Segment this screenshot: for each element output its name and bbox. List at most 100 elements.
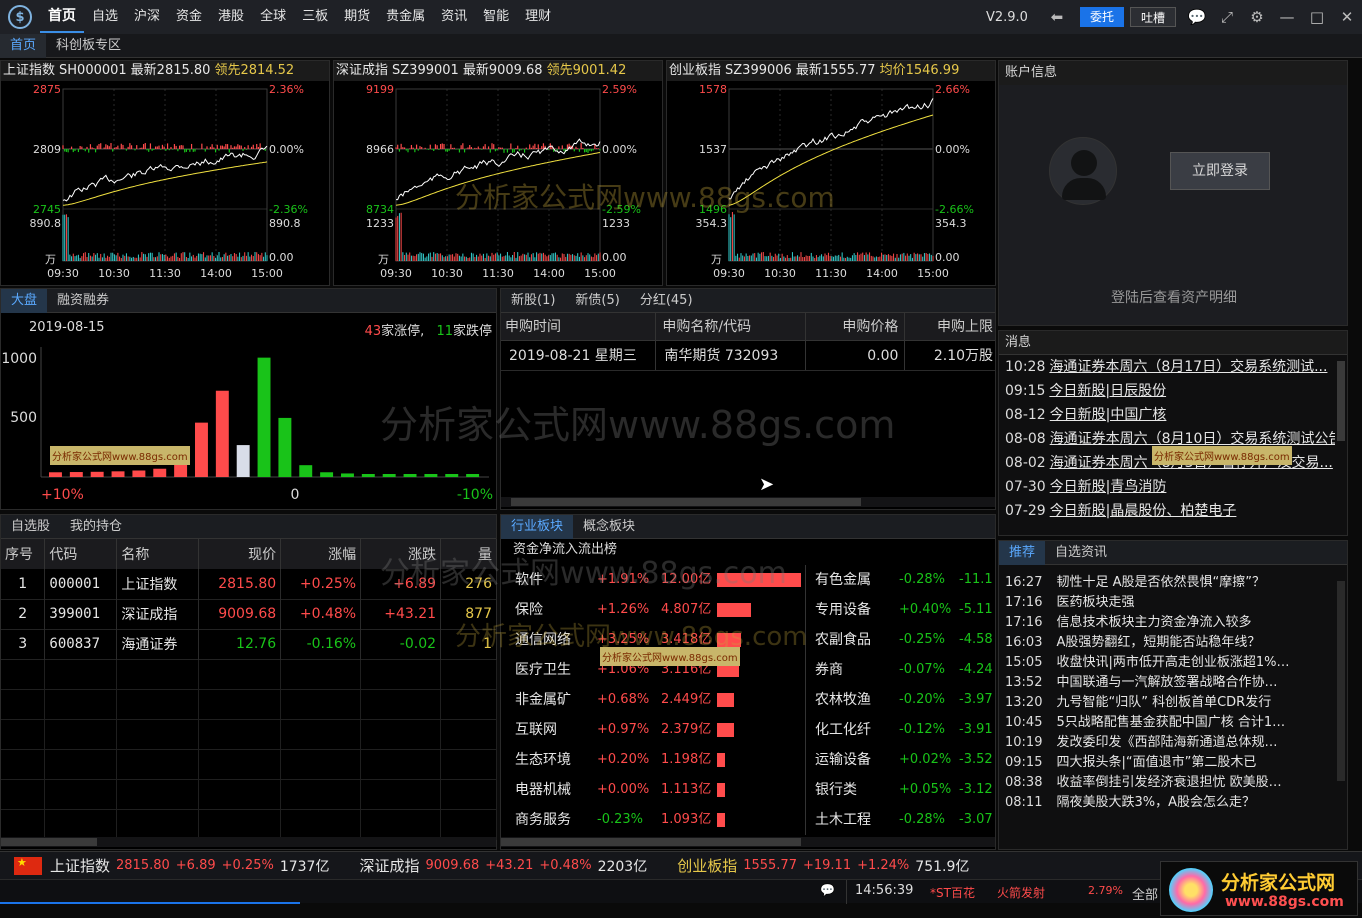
sector-row[interactable]: 有色金属 -0.28% -11.1 <box>811 565 997 595</box>
watch-col-header[interactable]: 代码 <box>44 539 118 569</box>
news-scrollbar[interactable] <box>1337 361 1345 441</box>
table-row[interactable]: 2019-08-21 星期三 南华期货 732093 0.00 2.10万股 <box>501 341 995 371</box>
chat-icon[interactable]: 💬 <box>1182 8 1212 26</box>
recommend-link[interactable]: 信息技术板块主力资金净流入较多 <box>1056 615 1251 630</box>
menu-smart[interactable]: 智能 <box>475 0 517 34</box>
sector-row[interactable]: 电器机械 +0.00% 1.113亿 <box>501 775 805 805</box>
menu-wealth[interactable]: 理财 <box>517 0 559 34</box>
table-row[interactable]: 1 000001 上证指数 2815.80 +0.25% +6.89 276 <box>1 569 497 599</box>
tab-star-market[interactable]: 科创板专区 <box>46 34 131 58</box>
menu-home[interactable]: 首页 <box>40 1 84 33</box>
tab-watch-stocks[interactable]: 自选股 <box>1 515 60 539</box>
intraday-chart-0[interactable]: 上证指数 SH000001 最新2815.80 领先2814.52 2875 2809 27… <box>0 60 330 286</box>
watch-col-header[interactable]: 量 <box>440 539 497 569</box>
news-item[interactable]: 09:15 今日新股|日辰股份 <box>1005 379 1335 403</box>
tab-concept-sector[interactable]: 概念板块 <box>573 515 645 539</box>
tab-market[interactable]: 大盘 <box>1 288 48 313</box>
menu-third-board[interactable]: 三板 <box>294 0 336 34</box>
recommend-link[interactable]: 5只战略配售基金获配中国广核 合计1… <box>1056 715 1285 730</box>
list-item[interactable]: 16:03 A股强势翻红，短期能否站稳年线？ <box>1005 633 1335 653</box>
sector-row[interactable]: 农林牧渔 -0.20% -3.97 <box>811 685 997 715</box>
news-link[interactable]: 海通证券本周六（8月10日）交易系统测试公告 <box>1050 431 1335 447</box>
sector-row[interactable]: 银行类 +0.05% -3.12 <box>811 775 997 805</box>
news-item[interactable]: 07-30 今日新股|青鸟消防 <box>1005 475 1335 499</box>
message-icon[interactable]: 💬 <box>820 883 844 901</box>
recommend-link[interactable]: 四大报头条|“面值退市”第二股木已 <box>1056 755 1256 770</box>
news-item[interactable]: 07-29 今日新股|晶晨股份、柏楚电子 <box>1005 499 1335 523</box>
login-button[interactable]: 立即登录 <box>1170 152 1270 190</box>
list-item[interactable]: 10:45 5只战略配售基金获配中国广核 合计1… <box>1005 713 1335 733</box>
list-item[interactable]: 09:15 四大报头条|“面值退市”第二股木已 <box>1005 753 1335 773</box>
table-row[interactable]: 2 399001 深证成指 9009.68 +0.48% +43.21 877 <box>1 599 497 629</box>
list-item[interactable]: 08:38 收益率倒挂引发经济衰退担忧 欧美股… <box>1005 773 1335 793</box>
menu-news[interactable]: 资讯 <box>433 0 475 34</box>
recommend-link[interactable]: 中国联通与一汽解放签署战略合作协… <box>1056 675 1277 690</box>
minimize-icon[interactable]: — <box>1272 8 1302 26</box>
recommend-link[interactable]: 发改委印发《西部陆海新通道总体规… <box>1056 735 1277 750</box>
watch-col-header[interactable]: 涨幅 <box>280 539 362 569</box>
ticker-index[interactable]: 上证指数 2815.80 +6.89 +0.25% 1737亿 <box>50 855 329 876</box>
tab-watch-news[interactable]: 自选资讯 <box>1045 541 1117 565</box>
tab-dividends[interactable]: 分红(45) <box>630 289 703 313</box>
watch-hscrollbar[interactable] <box>1 838 97 846</box>
sector-row[interactable]: 专用设备 +0.40% -5.11 <box>811 595 997 625</box>
recommend-link[interactable]: 韧性十足 A股是否依然畏惧“摩擦”？ <box>1056 575 1265 590</box>
recommend-link[interactable]: 收益率倒挂引发经济衰退担忧 欧美股… <box>1056 775 1281 790</box>
watch-col-header[interactable]: 序号 <box>1 539 46 569</box>
maximize-icon[interactable]: □ <box>1302 8 1332 26</box>
recommend-link[interactable]: 隔夜美股大跌3%，A股会怎么走？ <box>1056 795 1255 810</box>
ticker-index[interactable]: 创业板指 1555.77 +19.11 +1.24% 751.9亿 <box>677 855 969 876</box>
news-item[interactable]: 08-12 今日新股|中国广核 <box>1005 403 1335 427</box>
sector-row[interactable]: 软件 +1.91% 12.00亿 <box>501 565 805 595</box>
news-link[interactable]: 海通证券本周六（8月17日）交易系统测试... <box>1049 359 1327 375</box>
tab-industry-sector[interactable]: 行业板块 <box>501 514 574 539</box>
recommend-link[interactable]: A股强势翻红，短期能否站稳年线？ <box>1056 635 1260 650</box>
recommend-link[interactable]: 九号智能“归队” 科创板首单CDR发行 <box>1056 695 1271 710</box>
sector-row[interactable]: 农副食品 -0.25% -4.58 <box>811 625 997 655</box>
sector-row[interactable]: 保险 +1.26% 4.807亿 <box>501 595 805 625</box>
tab-home[interactable]: 首页 <box>0 33 47 58</box>
watch-col-header[interactable]: 现价 <box>198 539 282 569</box>
news-link[interactable]: 今日新股|日辰股份 <box>1049 383 1166 399</box>
sector-row[interactable]: 非金属矿 +0.68% 2.449亿 <box>501 685 805 715</box>
intraday-chart-1[interactable]: 深证成指 SZ399001 最新9009.68 领先9001.42 9199 8966 87… <box>333 60 663 286</box>
menu-precious-metals[interactable]: 贵金属 <box>378 0 433 34</box>
sector-row[interactable]: 化工化纤 -0.12% -3.91 <box>811 715 997 745</box>
sector-row[interactable]: 运输设备 +0.02% -3.52 <box>811 745 997 775</box>
intraday-chart-2[interactable]: 创业板指 SZ399006 最新1555.77 均价1546.99 1578 1537 14… <box>666 60 996 286</box>
menu-watchlist[interactable]: 自选 <box>84 0 126 34</box>
news-link[interactable]: 今日新股|青鸟消防 <box>1050 479 1167 495</box>
tab-holdings[interactable]: 我的持仓 <box>60 515 132 539</box>
news-link[interactable]: 今日新股|中国广核 <box>1050 407 1167 423</box>
recommend-scrollbar[interactable] <box>1337 581 1345 781</box>
menu-shanghai-shenzhen[interactable]: 沪深 <box>126 0 168 34</box>
sector-row[interactable]: 土木工程 -0.28% -3.07 <box>811 805 997 835</box>
entrust-button[interactable]: 委托 <box>1079 7 1124 27</box>
menu-global[interactable]: 全球 <box>252 0 294 34</box>
sector-row[interactable]: 生态环境 +0.20% 1.198亿 <box>501 745 805 775</box>
ticker-index[interactable]: 深证成指 9009.68 +43.21 +0.48% 2203亿 <box>359 855 647 876</box>
news-link[interactable]: 今日新股|晶晨股份、柏楚电子 <box>1050 503 1237 519</box>
menu-futures[interactable]: 期货 <box>336 0 378 34</box>
recommend-link[interactable]: 医药板块走强 <box>1056 595 1134 610</box>
news-item[interactable]: 10:28 海通证券本周六（8月17日）交易系统测试... <box>1005 355 1335 379</box>
sector-hscrollbar[interactable] <box>501 838 801 846</box>
ipo-hscrollbar[interactable] <box>511 498 861 506</box>
gear-icon[interactable]: ⚙ <box>1242 8 1272 26</box>
list-item[interactable]: 13:52 中国联通与一汽解放签署战略合作协… <box>1005 673 1335 693</box>
shrink-icon[interactable]: ⤢ <box>1212 8 1242 26</box>
list-item[interactable]: 17:16 信息技术板块主力资金净流入较多 <box>1005 613 1335 633</box>
sector-row[interactable]: 券商 -0.07% -4.24 <box>811 655 997 685</box>
status-all[interactable]: 全部 <box>1132 884 1158 903</box>
tab-new-stocks[interactable]: 新股(1) <box>501 289 565 313</box>
menu-funds[interactable]: 资金 <box>168 0 210 34</box>
list-item[interactable]: 10:19 发改委印发《西部陆海新通道总体规… <box>1005 733 1335 753</box>
list-item[interactable]: 13:20 九号智能“归队” 科创板首单CDR发行 <box>1005 693 1335 713</box>
recommend-link[interactable]: 收盘快讯|两市低开高走创业板涨超1%… <box>1056 655 1289 670</box>
tab-new-bonds[interactable]: 新债(5) <box>565 289 629 313</box>
back-arrow-icon[interactable]: ⬅ <box>1042 8 1072 26</box>
watch-col-header[interactable]: 名称 <box>116 539 200 569</box>
list-item[interactable]: 08:11 隔夜美股大跌3%，A股会怎么走？ <box>1005 793 1335 813</box>
sector-row[interactable]: 互联网 +0.97% 2.379亿 <box>501 715 805 745</box>
tab-margin-trading[interactable]: 融资融券 <box>47 289 119 313</box>
